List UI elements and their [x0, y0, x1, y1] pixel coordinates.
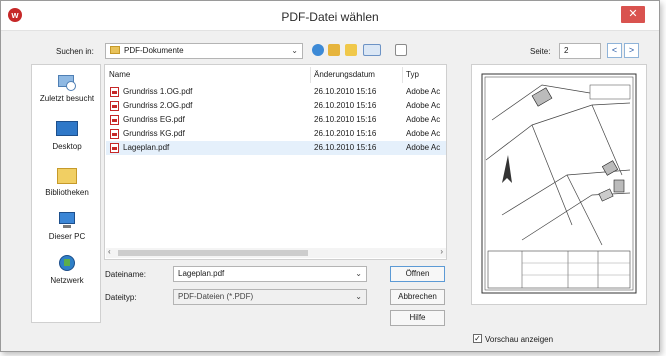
places-bar: Zuletzt besucht Desktop Bibliotheken Die…: [31, 64, 101, 323]
file-row[interactable]: Grundriss EG.pdf 26.10.2010 15:16 Adobe …: [106, 113, 446, 127]
place-recent[interactable]: Zuletzt besucht: [32, 73, 102, 103]
open-button[interactable]: Öffnen: [390, 266, 445, 282]
place-label: Bibliotheken: [45, 188, 89, 197]
file-row[interactable]: Grundriss 2.OG.pdf 26.10.2010 15:16 Adob…: [106, 99, 446, 113]
horizontal-scrollbar[interactable]: ‹ ›: [106, 247, 446, 258]
file-date: 26.10.2010 15:16: [314, 101, 377, 110]
chevron-down-icon: ⌄: [355, 292, 362, 301]
chevron-down-icon[interactable]: ⌄: [355, 267, 362, 281]
preview-checkbox[interactable]: ✓: [473, 334, 482, 343]
file-name: Lageplan.pdf: [123, 143, 170, 152]
prev-page-button[interactable]: <: [607, 43, 622, 58]
scroll-left-icon[interactable]: ‹: [108, 247, 111, 256]
column-header-date[interactable]: Änderungsdatum: [311, 67, 403, 83]
pdf-file-icon: [110, 101, 119, 111]
folder-icon: [110, 46, 120, 54]
file-name: Grundriss 1.OG.pdf: [123, 87, 193, 96]
preview-checkbox-label[interactable]: Vorschau anzeigen: [485, 335, 553, 344]
pdf-file-icon: [110, 115, 119, 125]
filename-value: Lageplan.pdf: [178, 269, 225, 278]
scroll-right-icon[interactable]: ›: [440, 247, 443, 256]
column-header-name[interactable]: Name: [106, 67, 311, 83]
file-dialog: w PDF-Datei wählen ✕ Suchen in: PDF-Doku…: [0, 0, 660, 352]
place-this-pc[interactable]: Dieser PC: [32, 211, 102, 241]
computer-icon: [56, 211, 78, 229]
file-type: Adobe Ac: [406, 129, 441, 138]
properties-icon[interactable]: [395, 44, 407, 56]
close-button[interactable]: ✕: [621, 6, 645, 23]
place-libraries[interactable]: Bibliotheken: [32, 167, 102, 197]
place-desktop[interactable]: Desktop: [32, 121, 102, 151]
file-row-selected[interactable]: Lageplan.pdf 26.10.2010 15:16 Adobe Ac: [106, 141, 446, 155]
file-list[interactable]: Name Änderungsdatum Typ Grundriss 1.OG.p…: [104, 64, 447, 260]
filename-label: Dateiname:: [105, 270, 146, 279]
back-icon[interactable]: [312, 44, 324, 56]
window-title: PDF-Datei wählen: [281, 10, 379, 24]
pdf-file-icon: [110, 129, 119, 139]
network-icon: [56, 255, 78, 273]
cancel-button[interactable]: Abbrechen: [390, 289, 445, 305]
up-folder-icon[interactable]: [328, 44, 340, 56]
preview-pane: [471, 64, 647, 305]
filetype-value: PDF-Dateien (*.PDF): [178, 292, 254, 301]
column-header-type[interactable]: Typ: [403, 67, 446, 83]
filetype-label: Dateityp:: [105, 293, 137, 302]
chevron-down-icon: ⌄: [291, 46, 298, 55]
pdf-file-icon: [110, 143, 119, 153]
libraries-icon: [56, 167, 78, 185]
new-folder-icon[interactable]: [345, 44, 357, 56]
file-name: Grundriss KG.pdf: [123, 129, 185, 138]
recent-places-icon: [56, 73, 78, 91]
file-row[interactable]: Grundriss KG.pdf 26.10.2010 15:16 Adobe …: [106, 127, 446, 141]
file-type: Adobe Ac: [406, 115, 441, 124]
desktop-icon: [56, 121, 78, 139]
look-in-value: PDF-Dokumente: [124, 46, 184, 55]
view-menu-icon[interactable]: [363, 44, 381, 56]
file-type: Adobe Ac: [406, 143, 441, 152]
place-network[interactable]: Netzwerk: [32, 255, 102, 285]
filetype-dropdown[interactable]: PDF-Dateien (*.PDF) ⌄: [173, 289, 367, 305]
file-type: Adobe Ac: [406, 101, 441, 110]
filename-input[interactable]: Lageplan.pdf ⌄: [173, 266, 367, 282]
file-date: 26.10.2010 15:16: [314, 115, 377, 124]
place-label: Desktop: [52, 142, 82, 151]
page-label: Seite:: [530, 47, 551, 56]
help-button[interactable]: Hilfe: [390, 310, 445, 326]
look-in-label: Suchen in:: [56, 47, 94, 56]
next-page-button[interactable]: >: [624, 43, 639, 58]
file-row[interactable]: Grundriss 1.OG.pdf 26.10.2010 15:16 Adob…: [106, 85, 446, 99]
site-plan-preview: [481, 73, 637, 294]
file-name: Grundriss 2.OG.pdf: [123, 101, 193, 110]
scroll-thumb[interactable]: [118, 250, 308, 256]
page-input[interactable]: 2: [559, 43, 601, 59]
file-date: 26.10.2010 15:16: [314, 143, 377, 152]
place-label: Dieser PC: [48, 232, 86, 241]
file-name: Grundriss EG.pdf: [123, 115, 185, 124]
file-type: Adobe Ac: [406, 87, 441, 96]
place-label: Netzwerk: [50, 276, 84, 285]
place-label: Zuletzt besucht: [39, 94, 95, 103]
file-date: 26.10.2010 15:16: [314, 87, 377, 96]
title-bar: w PDF-Datei wählen ✕: [1, 1, 659, 31]
file-date: 26.10.2010 15:16: [314, 129, 377, 138]
look-in-dropdown[interactable]: PDF-Dokumente ⌄: [105, 43, 303, 59]
pdf-file-icon: [110, 87, 119, 97]
